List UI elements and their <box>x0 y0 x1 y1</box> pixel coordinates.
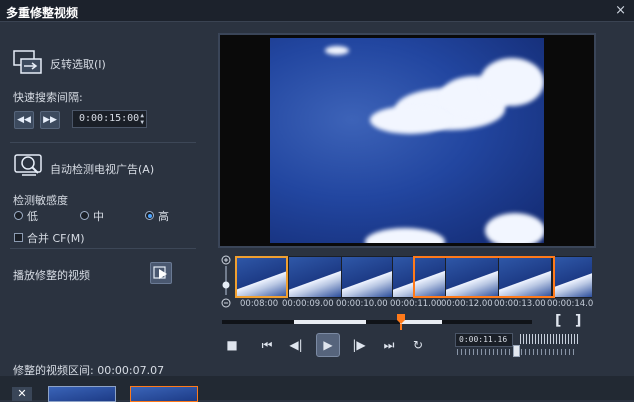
mark-out-button[interactable]: ] <box>575 313 581 329</box>
merge-cf-label[interactable]: 合并 CF(M) <box>27 230 85 246</box>
fast-forward-button[interactable]: ▶▶ <box>40 111 60 129</box>
selected-segment[interactable] <box>413 256 555 298</box>
sensitivity-high-radio[interactable] <box>145 211 154 220</box>
close-icon[interactable]: × <box>615 3 626 18</box>
current-timecode: 0:00:11.16 <box>459 335 508 344</box>
remove-clip-button[interactable]: ✕ <box>12 387 32 401</box>
trim-segment[interactable] <box>294 320 366 324</box>
selected-segment[interactable] <box>235 256 288 298</box>
play-button[interactable]: ▶ <box>316 333 340 357</box>
play-trimmed-label: 播放修整的视频 <box>13 269 90 282</box>
zoom-slider[interactable] <box>220 255 232 310</box>
detect-tv-icon[interactable] <box>12 150 44 180</box>
sensitivity-low-radio[interactable] <box>14 211 23 220</box>
video-preview[interactable] <box>218 33 596 248</box>
timecode-label: 00:00:11.00 <box>390 299 442 309</box>
sensitivity-medium-label[interactable]: 中 <box>93 208 104 224</box>
end-button[interactable]: ⏭ <box>378 336 400 354</box>
timecode-label: 00:00:12.00 <box>441 299 493 309</box>
timecode-label: 00:00:13.00 <box>494 299 546 309</box>
divider <box>10 142 196 143</box>
sensitivity-low-label[interactable]: 低 <box>27 208 38 224</box>
search-interval-input[interactable]: 0:00:15:00 ▲ ▼ <box>72 110 147 128</box>
timecode-label: 00:00:10.00 <box>336 299 388 309</box>
frame-thumbnail <box>289 257 341 297</box>
video-frame <box>270 38 544 243</box>
mark-in-button[interactable]: [ <box>555 313 561 329</box>
play-trimmed-icon <box>153 266 167 279</box>
left-panel: 反转选取(I) 快速搜索间隔: ◀◀ ▶▶ 0:00:15:00 ▲ ▼ 自动检测… <box>0 22 207 400</box>
shuttle-knob[interactable] <box>513 345 520 357</box>
playhead-scrubber[interactable] <box>396 314 406 330</box>
previous-frame-button[interactable]: ◀| <box>285 336 307 354</box>
invert-selection-icon[interactable] <box>12 48 44 78</box>
sensitivity-high-label[interactable]: 高 <box>158 208 169 224</box>
jog-wheel[interactable] <box>520 334 578 344</box>
divider <box>10 248 196 249</box>
repeat-button[interactable]: ↻ <box>407 336 429 354</box>
detect-ads-label[interactable]: 自动检测电视广告(A) <box>50 161 154 177</box>
sensitivity-medium-radio[interactable] <box>80 211 89 220</box>
search-interval-label: 快速搜索间隔: <box>13 91 83 104</box>
invert-selection-label[interactable]: 反转选取(I) <box>50 56 106 72</box>
play-trimmed-button[interactable] <box>150 262 172 284</box>
next-frame-button[interactable]: |▶ <box>348 336 370 354</box>
thumbnail-strip[interactable] <box>235 256 592 298</box>
rewind-button[interactable]: ◀◀ <box>14 111 34 129</box>
frame-thumbnail <box>342 257 392 297</box>
timecode-label: 00:00:09.00 <box>282 299 334 309</box>
window-title: 多重修整视频 <box>6 6 79 20</box>
timecode-label: 00:08:00 <box>240 299 279 309</box>
trim-segment[interactable] <box>400 320 442 324</box>
title-bar: 多重修整视频 × <box>0 0 634 22</box>
search-interval-value: 0:00:15:00 <box>79 113 140 124</box>
timecode-label: 00:00:14.0 <box>547 299 594 309</box>
sensitivity-label: 检测敏感度 <box>13 194 68 207</box>
current-timecode-input[interactable]: 0:00:11.16 <box>455 333 513 347</box>
spin-arrows-icon[interactable]: ▲ ▼ <box>140 112 144 126</box>
stop-button[interactable]: ■ <box>221 336 243 354</box>
frame-thumbnail <box>555 257 592 297</box>
merge-cf-checkbox[interactable] <box>14 233 23 242</box>
home-button[interactable]: ⏮ <box>256 336 278 354</box>
trim-timeline[interactable] <box>222 320 532 324</box>
